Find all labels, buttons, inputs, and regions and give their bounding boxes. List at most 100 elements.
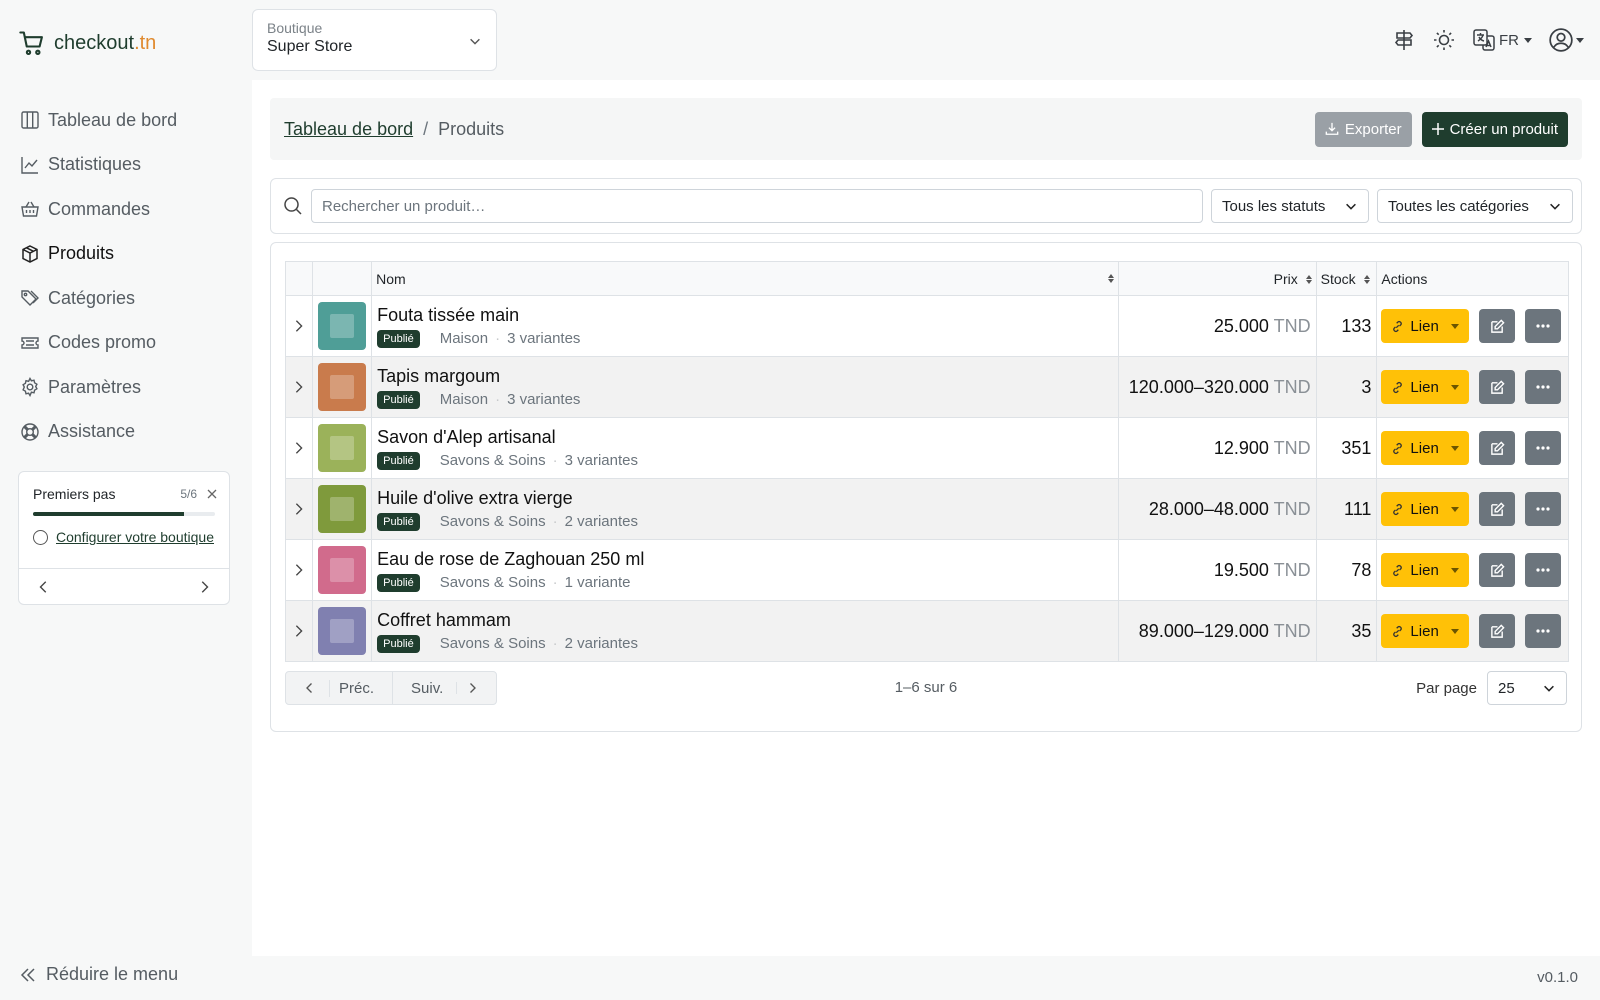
- product-name[interactable]: Coffret hammam: [377, 610, 1113, 631]
- expand-row-button[interactable]: [284, 417, 314, 479]
- collapse-menu-button[interactable]: Réduire le menu: [20, 964, 178, 985]
- meta-separator: ·: [552, 452, 558, 469]
- expand-row-button[interactable]: [284, 478, 314, 540]
- table-row[interactable]: Fouta tissée main Publié Maison · 3 vari…: [284, 295, 1569, 357]
- user-menu[interactable]: [1548, 27, 1584, 53]
- expand-row-button[interactable]: [284, 295, 314, 357]
- per-page-select[interactable]: 25: [1487, 671, 1567, 705]
- brand-name: checkout.tn: [54, 31, 157, 54]
- expand-row-button[interactable]: [284, 600, 314, 662]
- status-badge: Publié: [377, 512, 420, 531]
- category-filter-select[interactable]: Toutes les catégories: [1377, 189, 1573, 223]
- link-dropdown-button[interactable]: Lien: [1381, 431, 1470, 465]
- thumbnail-cell: [312, 478, 373, 540]
- close-icon[interactable]: [207, 489, 217, 499]
- name-cell: Eau de rose de Zaghouan 250 ml Publié Sa…: [371, 539, 1120, 601]
- status-filter-select[interactable]: Tous les statuts: [1211, 189, 1369, 223]
- more-button[interactable]: [1525, 309, 1562, 343]
- product-name[interactable]: Huile d'olive extra vierge: [377, 488, 1113, 509]
- export-button[interactable]: Exporter: [1314, 111, 1412, 147]
- more-button[interactable]: [1525, 370, 1562, 404]
- status-badge: Publié: [377, 573, 420, 592]
- edit-button[interactable]: [1479, 431, 1516, 465]
- table-row[interactable]: Tapis margoum Publié Maison · 3 variante…: [284, 356, 1569, 418]
- status-badge: Publié: [377, 451, 420, 470]
- sidebar-item-dashboard[interactable]: Tableau de bord: [20, 98, 230, 143]
- sidebar-item-settings[interactable]: Paramètres: [20, 365, 230, 410]
- sidebar-item-orders[interactable]: Commandes: [20, 187, 230, 232]
- search-icon: [283, 196, 303, 216]
- table-row[interactable]: Coffret hammam Publié Savons & Soins · 2…: [284, 600, 1569, 662]
- actions-cell: Lien: [1376, 295, 1569, 357]
- link-icon: [1391, 625, 1404, 638]
- product-stock: 3: [1315, 356, 1378, 418]
- table-row[interactable]: Huile d'olive extra vierge Publié Savons…: [284, 478, 1569, 540]
- header-stock[interactable]: Stock: [1315, 261, 1378, 296]
- link-label: Lien: [1410, 561, 1439, 579]
- product-name[interactable]: Eau de rose de Zaghouan 250 ml: [377, 549, 1113, 570]
- sidebar-item-statistics[interactable]: Statistiques: [20, 143, 230, 188]
- table-row[interactable]: Savon d'Alep artisanal Publié Savons & S…: [284, 417, 1569, 479]
- per-page: Par page 25: [1416, 671, 1567, 705]
- header-price[interactable]: Prix: [1118, 261, 1317, 296]
- meta-separator: ·: [552, 635, 558, 652]
- product-thumbnail: [318, 546, 367, 594]
- more-button[interactable]: [1525, 553, 1562, 587]
- name-cell: Huile d'olive extra vierge Publié Savons…: [371, 478, 1120, 540]
- chevron-down-icon: [1344, 199, 1358, 213]
- link-icon: [1391, 564, 1404, 577]
- product-name[interactable]: Fouta tissée main: [377, 305, 1113, 326]
- search-input[interactable]: [311, 189, 1203, 223]
- link-label: Lien: [1410, 622, 1439, 640]
- store-select[interactable]: Boutique Super Store: [252, 9, 497, 71]
- table-row[interactable]: Eau de rose de Zaghouan 250 ml Publié Sa…: [284, 539, 1569, 601]
- breadcrumb-separator: /: [423, 118, 429, 139]
- chevrons-left-icon: [20, 967, 36, 983]
- price-currency: TND: [1273, 620, 1311, 641]
- chevron-right-icon[interactable]: [197, 580, 211, 594]
- signpost-icon[interactable]: [1392, 28, 1416, 52]
- sidebar-item-support[interactable]: Assistance: [20, 410, 230, 455]
- actions-cell: Lien: [1376, 539, 1569, 601]
- create-product-button[interactable]: Créer un produit: [1421, 111, 1568, 147]
- header-name[interactable]: Nom: [371, 261, 1120, 296]
- edit-icon: [1490, 562, 1505, 578]
- expand-row-button[interactable]: [284, 539, 314, 601]
- sun-icon[interactable]: [1432, 28, 1456, 52]
- edit-button[interactable]: [1479, 370, 1516, 404]
- sidebar-item-products[interactable]: Produits: [20, 232, 230, 277]
- brand-logo[interactable]: checkout.tn: [18, 26, 156, 60]
- language-switcher[interactable]: FR: [1472, 28, 1532, 52]
- link-dropdown-button[interactable]: Lien: [1381, 492, 1470, 526]
- chevron-right-icon: [286, 380, 312, 394]
- breadcrumb-home[interactable]: Tableau de bord: [284, 119, 413, 140]
- edit-button[interactable]: [1479, 614, 1516, 648]
- chevron-left-icon[interactable]: [37, 580, 51, 594]
- onboarding-step-link[interactable]: Configurer votre boutique: [56, 529, 214, 545]
- step-radio[interactable]: [33, 529, 48, 545]
- sidebar-item-categories[interactable]: Catégories: [20, 276, 230, 321]
- product-name[interactable]: Savon d'Alep artisanal: [377, 427, 1113, 448]
- expand-row-button[interactable]: [284, 356, 314, 418]
- thumbnail-cell: [312, 539, 373, 601]
- more-button[interactable]: [1525, 492, 1562, 526]
- sort-icon: [1108, 274, 1115, 283]
- more-button[interactable]: [1525, 614, 1562, 648]
- product-price: 19.500: [1213, 559, 1269, 580]
- more-button[interactable]: [1525, 431, 1562, 465]
- link-dropdown-button[interactable]: Lien: [1381, 614, 1470, 648]
- edit-button[interactable]: [1479, 553, 1516, 587]
- caret-down-icon: [1576, 37, 1584, 43]
- plus-icon: [1431, 123, 1444, 135]
- edit-button[interactable]: [1479, 309, 1516, 343]
- product-name[interactable]: Tapis margoum: [377, 366, 1113, 387]
- link-icon: [1391, 503, 1404, 516]
- edit-button[interactable]: [1479, 492, 1516, 526]
- meta-separator: ·: [495, 330, 501, 347]
- sidebar-item-promo-codes[interactable]: Codes promo: [20, 321, 230, 366]
- sidebar-item-label: Paramètres: [48, 376, 142, 397]
- app-version: v0.1.0: [1537, 969, 1578, 986]
- link-dropdown-button[interactable]: Lien: [1381, 309, 1470, 343]
- link-dropdown-button[interactable]: Lien: [1381, 553, 1470, 587]
- link-dropdown-button[interactable]: Lien: [1381, 370, 1470, 404]
